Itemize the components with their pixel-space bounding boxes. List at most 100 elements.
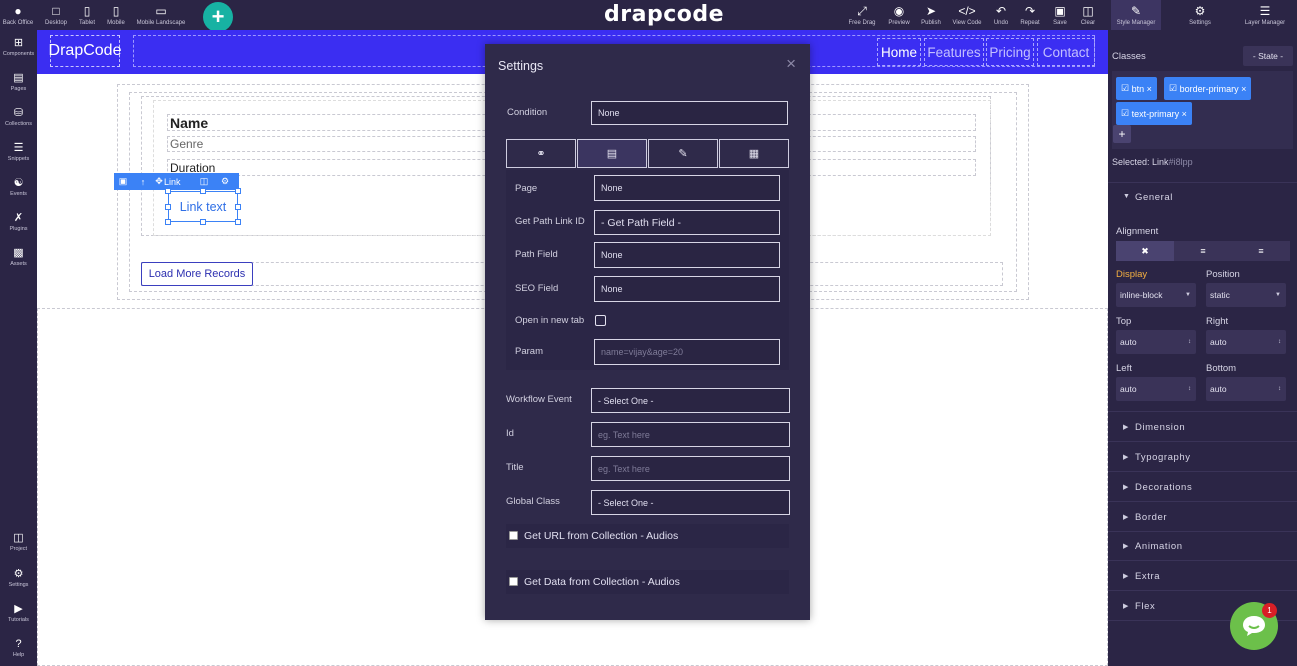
data-from-collection-checkbox[interactable]	[509, 577, 518, 586]
sidebar-item-collections[interactable]: ⛁ Collections	[0, 100, 37, 134]
resize-handle[interactable]	[235, 204, 241, 210]
preview-button[interactable]: ◉ Preview	[884, 0, 914, 30]
checkbox-icon[interactable]: ☑	[1169, 83, 1180, 94]
id-input[interactable]: eg. Text here	[591, 422, 790, 447]
nav-link-pricing[interactable]: Pricing	[986, 38, 1034, 66]
data-from-collection-row[interactable]: Get Data from Collection - Audios	[506, 570, 789, 594]
align-none-button[interactable]: ✖	[1116, 241, 1174, 261]
save-button[interactable]: ▣ Save	[1048, 0, 1072, 30]
arrow-up-icon[interactable]: ↑	[132, 177, 154, 187]
resize-handle[interactable]	[235, 219, 241, 225]
page-select[interactable]: None	[594, 175, 780, 201]
device-tablet-button[interactable]: ▯ Tablet	[76, 0, 98, 30]
section-general[interactable]: ▼ General	[1108, 192, 1297, 203]
sidebar-item-project[interactable]: ◫ Project	[0, 525, 37, 559]
sidebar-item-settings[interactable]: ⚙ Settings	[0, 561, 37, 595]
section-border[interactable]: ▶ Border	[1108, 512, 1297, 523]
tab-edit[interactable]: ✎	[648, 139, 718, 168]
section-label: Dimension	[1135, 422, 1186, 433]
sidebar-item-components[interactable]: ⊞ Components	[0, 30, 37, 64]
stepper-icon[interactable]: ↕	[1188, 339, 1191, 345]
add-class-button[interactable]: +	[1113, 125, 1131, 143]
layer-manager-button[interactable]: ☰ Layer Manager	[1240, 0, 1290, 30]
free-drag-button[interactable]: ⤢ Free Drag	[846, 0, 878, 30]
resize-handle[interactable]	[165, 204, 171, 210]
delete-icon[interactable]: ◫	[194, 176, 214, 187]
settings-panel-button[interactable]: ⚙ Settings	[1181, 0, 1219, 30]
new-tab-checkbox[interactable]	[595, 315, 606, 326]
title-input[interactable]: eg. Text here	[591, 456, 790, 481]
resize-handle[interactable]	[200, 219, 206, 225]
load-more-button[interactable]: Load More Records	[141, 262, 253, 286]
stepper-icon[interactable]: ↕	[1278, 339, 1281, 345]
class-tag-border-primary[interactable]: ☑ border-primary ×	[1164, 77, 1252, 100]
device-mobile-landscape-button[interactable]: ▭ Mobile Landscape	[134, 0, 188, 30]
seo-field-select[interactable]: None	[594, 276, 780, 302]
stepper-icon[interactable]: ↕	[1188, 386, 1191, 392]
sidebar-item-pages[interactable]: ▤ Pages	[0, 65, 37, 99]
section-typography[interactable]: ▶ Typography	[1108, 452, 1297, 463]
section-extra[interactable]: ▶ Extra	[1108, 571, 1297, 582]
drag-move-icon[interactable]: ✥	[154, 176, 164, 187]
navbar-brand[interactable]: DrapCode	[49, 35, 121, 67]
close-icon[interactable]: ×	[786, 54, 796, 74]
selected-link[interactable]: Link text	[168, 191, 238, 222]
bottom-input[interactable]: auto ↕	[1206, 377, 1286, 401]
resize-handle[interactable]	[235, 188, 241, 194]
view-code-button[interactable]: </> View Code	[949, 0, 985, 30]
nav-link-features[interactable]: Features	[924, 38, 984, 66]
style-manager-button[interactable]: ✎ Style Manager	[1111, 0, 1161, 30]
repeat-button[interactable]: ↷ Repeat	[1017, 0, 1043, 30]
top-input[interactable]: auto ↕	[1116, 330, 1196, 354]
element-settings-icon[interactable]: ⚙	[214, 176, 236, 187]
checkbox-icon[interactable]: ☑	[1121, 108, 1132, 119]
global-class-select[interactable]: - Select One -	[591, 490, 790, 515]
sidebar-item-tutorials[interactable]: ▶ Tutorials	[0, 596, 37, 630]
section-dimension[interactable]: ▶ Dimension	[1108, 422, 1297, 433]
select-parent-icon[interactable]: ▣	[114, 176, 132, 187]
path-field-select[interactable]: None	[594, 242, 780, 268]
tab-link[interactable]: ⚭	[506, 139, 576, 168]
stepper-icon[interactable]: ↕	[1278, 386, 1281, 392]
checkbox-icon[interactable]: ☑	[1121, 83, 1132, 94]
display-select[interactable]: inline-block ▼	[1116, 283, 1196, 307]
tab-contact[interactable]: ▦	[719, 139, 789, 168]
path-link-id-select[interactable]: - Get Path Field -	[594, 210, 780, 235]
section-animation[interactable]: ▶ Animation	[1108, 541, 1297, 552]
back-office-button[interactable]: ● Back Office	[0, 0, 36, 30]
resize-handle[interactable]	[200, 188, 206, 194]
left-input[interactable]: auto ↕	[1116, 377, 1196, 401]
remove-icon[interactable]: ×	[1179, 109, 1187, 119]
resize-handle[interactable]	[165, 188, 171, 194]
condition-select[interactable]: None	[591, 101, 788, 125]
nav-link-home[interactable]: Home	[877, 38, 921, 66]
class-tag-btn[interactable]: ☑ btn ×	[1116, 77, 1157, 100]
sidebar-item-help[interactable]: ? Help	[0, 631, 37, 665]
sidebar-item-events[interactable]: ☯ Events	[0, 170, 37, 204]
position-select[interactable]: static ▼	[1206, 283, 1286, 307]
state-select[interactable]: - State -	[1243, 46, 1293, 66]
param-input[interactable]: name=vijay&age=20	[594, 339, 780, 365]
sidebar-item-snippets[interactable]: ☰ Snippets	[0, 135, 37, 169]
remove-icon[interactable]: ×	[1239, 84, 1246, 94]
sidebar-item-assets[interactable]: ▩ Assets	[0, 240, 37, 274]
remove-icon[interactable]: ×	[1144, 84, 1152, 94]
section-decorations[interactable]: ▶ Decorations	[1108, 482, 1297, 493]
device-mobile-button[interactable]: ▯ Mobile	[104, 0, 128, 30]
publish-button[interactable]: ➤ Publish	[917, 0, 945, 30]
class-tag-text-primary[interactable]: ☑ text-primary ×	[1116, 102, 1192, 125]
tab-page[interactable]: ▤	[577, 139, 647, 168]
add-component-button[interactable]: +	[203, 2, 233, 32]
resize-handle[interactable]	[165, 219, 171, 225]
url-from-collection-checkbox[interactable]	[509, 531, 518, 540]
device-desktop-button[interactable]: □ Desktop	[42, 0, 70, 30]
align-right-button[interactable]: ≡	[1232, 241, 1290, 261]
nav-link-contact[interactable]: Contact	[1037, 38, 1095, 66]
right-input[interactable]: auto ↕	[1206, 330, 1286, 354]
align-left-button[interactable]: ≡	[1174, 241, 1232, 261]
undo-button[interactable]: ↶ Undo	[989, 0, 1013, 30]
workflow-event-select[interactable]: - Select One -	[591, 388, 790, 413]
clear-button[interactable]: ◫ Clear	[1076, 0, 1100, 30]
url-from-collection-row[interactable]: Get URL from Collection - Audios	[506, 524, 789, 548]
sidebar-item-plugins[interactable]: ✗ Plugins	[0, 205, 37, 239]
